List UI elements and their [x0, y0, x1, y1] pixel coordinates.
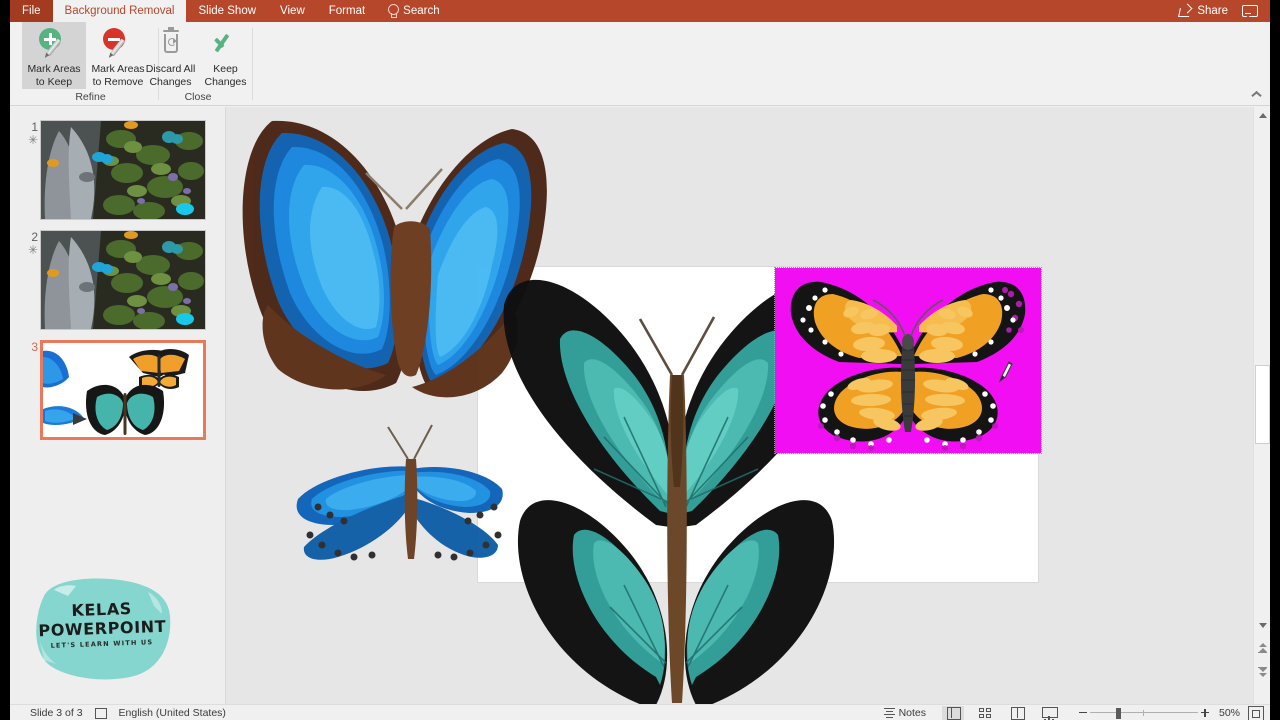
tab-format[interactable]: Format	[317, 0, 377, 22]
slide-number-3: 3	[31, 340, 38, 354]
next-slide-icon[interactable]	[1254, 663, 1270, 680]
ribbon-group-refine: Mark Areas to Keep Mark Areas to Remove Re…	[22, 22, 159, 106]
fit-slide-icon[interactable]	[1248, 706, 1264, 720]
view-buttons	[942, 705, 1060, 720]
tab-background-removal[interactable]: Background Removal	[52, 0, 187, 22]
slide-number-2: 2	[31, 230, 38, 244]
slide-thumbnail-image-3[interactable]	[40, 340, 206, 440]
reading-view-icon[interactable]	[1006, 706, 1028, 720]
status-bar: Slide 3 of 3 English (United States) Not…	[10, 704, 1270, 720]
scrollbar-track[interactable]	[1254, 124, 1270, 589]
zoom-slider-handle[interactable]	[1116, 707, 1121, 719]
accessibility-checker-icon[interactable]	[94, 707, 107, 719]
status-bar-right: Notes 50%	[883, 705, 1270, 720]
discard-all-changes-button[interactable]: Discard All Changes	[143, 22, 198, 89]
mark-keep-icon	[38, 27, 70, 59]
tab-background-removal-label: Background Removal	[64, 5, 175, 17]
slide-thumbnail-image-1[interactable]	[40, 120, 206, 220]
zoom-control: 50%	[1076, 706, 1264, 720]
tab-file-label: File	[22, 5, 41, 17]
lightbulb-icon	[387, 4, 400, 18]
discard-label-1: Discard All	[145, 63, 196, 75]
share-button[interactable]: Share	[1179, 5, 1228, 17]
scroll-up-icon[interactable]	[1254, 107, 1270, 124]
thumbnail-art-1	[41, 121, 205, 219]
tab-format-label: Format	[328, 5, 366, 17]
blue-butterfly-small	[296, 424, 503, 561]
thumbnail-art-3	[43, 343, 203, 437]
normal-view-icon[interactable]	[942, 705, 964, 720]
status-bar-left: Slide 3 of 3 English (United States)	[10, 707, 226, 719]
tab-search[interactable]: Search	[377, 0, 451, 22]
mark-remove-label-2: to Remove	[92, 76, 144, 88]
slide-thumbnail-image-2[interactable]	[40, 230, 206, 330]
keep-label-1: Keep	[213, 63, 238, 75]
check-icon	[210, 27, 242, 59]
slide-show-icon[interactable]	[1038, 706, 1060, 720]
zoom-slider[interactable]	[1090, 706, 1198, 720]
ribbon-group-close: Discard All Changes Keep Changes Close	[143, 22, 253, 106]
thumbnail-art-2	[41, 231, 205, 329]
vertical-scrollbar[interactable]	[1253, 107, 1270, 704]
ribbon-group-divider-2	[252, 28, 253, 100]
comment-icon[interactable]	[1242, 5, 1258, 18]
share-label: Share	[1197, 5, 1228, 17]
tab-view[interactable]: View	[268, 0, 317, 22]
slide-thumbnail-panel[interactable]: 1 ✳ 2 ✳ 3	[10, 107, 226, 704]
ribbon-group-refine-label: Refine	[75, 91, 106, 103]
tab-slide-show[interactable]: Slide Show	[186, 0, 268, 22]
previous-slide-icon[interactable]	[1254, 639, 1270, 656]
language-indicator[interactable]: English (United States)	[119, 707, 226, 719]
slide-animation-marker-2: ✳	[27, 243, 38, 257]
notes-label: Notes	[898, 706, 926, 719]
mark-areas-to-keep-button[interactable]: Mark Areas to Keep	[22, 22, 86, 89]
slide-canvas[interactable]	[226, 107, 1253, 704]
trash-icon	[155, 26, 187, 59]
zoom-percent-label[interactable]: 50%	[1212, 707, 1240, 719]
slide-counter[interactable]: Slide 3 of 3	[30, 707, 83, 719]
share-icon	[1179, 5, 1192, 17]
keep-changes-button[interactable]: Keep Changes	[198, 22, 253, 89]
mark-keep-label-2: to Keep	[35, 76, 73, 88]
scroll-down-icon[interactable]	[1254, 617, 1270, 634]
ribbon-group-close-label: Close	[184, 91, 212, 103]
zoom-out-icon[interactable]	[1076, 706, 1090, 720]
mark-remove-label-1: Mark Areas	[91, 63, 145, 75]
mark-keep-label-1: Mark Areas	[27, 63, 81, 75]
chevron-up-icon[interactable]	[1249, 87, 1263, 101]
mark-remove-icon	[102, 27, 134, 59]
slide-number-1: 1	[31, 120, 38, 134]
ribbon-tab-bar: File Background Removal Slide Show View …	[10, 0, 1270, 22]
powerpoint-window: File Background Removal Slide Show View …	[10, 0, 1270, 720]
main-area: 1 ✳ 2 ✳ 3 KELAS POWERPOINT LET'S LEARN W…	[10, 107, 1270, 704]
keep-label-2: Changes	[204, 76, 247, 88]
notes-icon	[883, 707, 895, 718]
notes-button[interactable]: Notes	[883, 706, 926, 719]
scrollbar-thumb[interactable]	[1255, 365, 1270, 444]
slide-animation-marker-1: ✳	[27, 133, 38, 147]
titlebar-right-actions: Share	[1179, 0, 1270, 22]
tab-search-label: Search	[403, 5, 440, 17]
discard-label-2: Changes	[149, 76, 192, 88]
ribbon: Mark Areas to Keep Mark Areas to Remove Re…	[10, 22, 1270, 106]
pen-cursor	[998, 361, 1013, 383]
zoom-slider-midpoint	[1143, 709, 1145, 716]
tab-slide-show-label: Slide Show	[198, 5, 257, 17]
zoom-in-icon[interactable]	[1198, 706, 1212, 720]
mark-areas-to-remove-button[interactable]: Mark Areas to Remove	[86, 22, 150, 89]
tab-file[interactable]: File	[10, 0, 53, 22]
tab-view-label: View	[280, 5, 305, 17]
slide-sorter-icon[interactable]	[974, 706, 996, 720]
